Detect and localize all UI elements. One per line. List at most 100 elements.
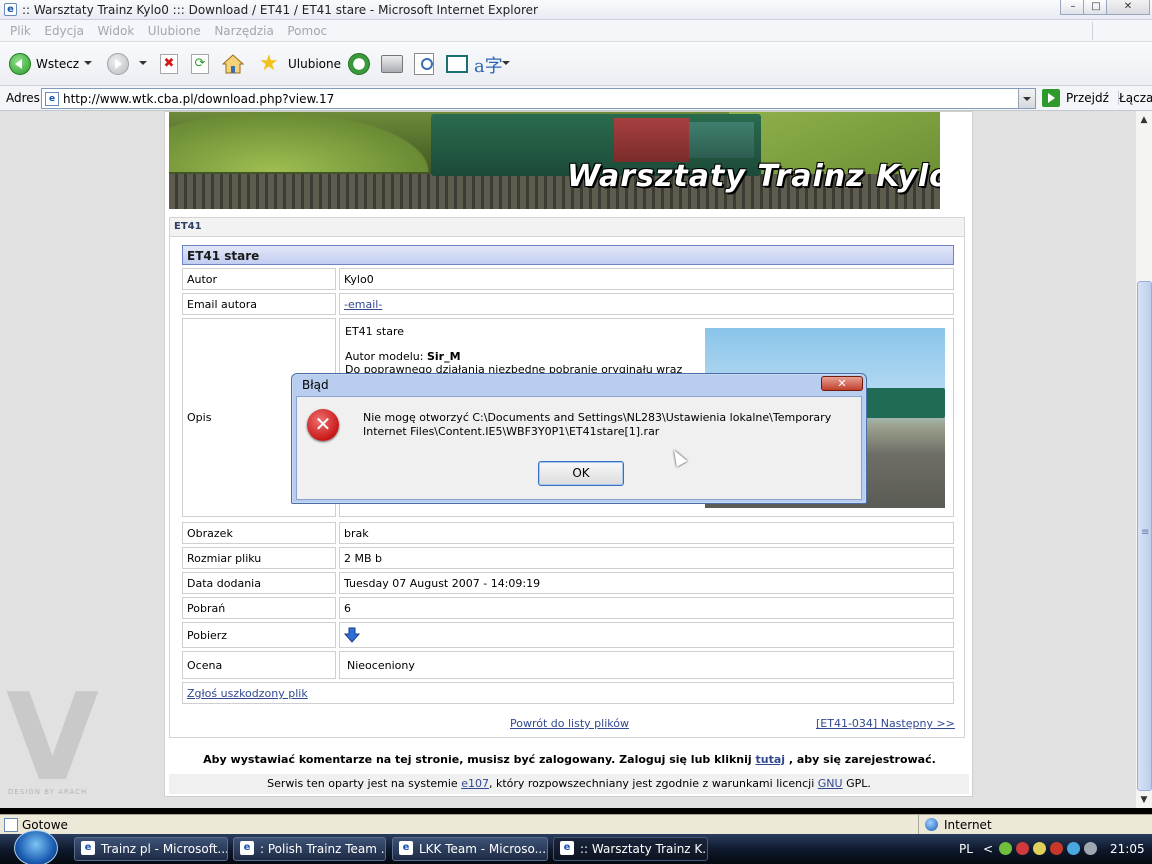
- scroll-up-icon[interactable]: ▲: [1136, 113, 1152, 127]
- row-label: Rozmiar pliku: [182, 547, 336, 569]
- forward-dropdown-icon[interactable]: [139, 61, 147, 65]
- footer-text: Serwis ten oparty jest na systemie: [267, 777, 462, 790]
- back-dropdown-icon[interactable]: [84, 61, 92, 65]
- edit-icon[interactable]: [446, 55, 468, 73]
- model-author-name: Sir_M: [426, 350, 461, 363]
- dialog-body: ✕ Nie mogę otworzyć C:\Documents and Set…: [296, 396, 862, 500]
- row-data: Data dodania Tuesday 07 August 2007 - 14…: [182, 572, 954, 594]
- tray-shield-icon[interactable]: [1016, 842, 1029, 855]
- task-polish-trainz-team[interactable]: : Polish Trainz Team ...: [233, 837, 386, 861]
- translate-dropdown-icon[interactable]: [502, 61, 510, 65]
- scroll-down-icon[interactable]: ▼: [1136, 793, 1152, 807]
- back-to-list-link[interactable]: Powrót do listy plików: [510, 717, 629, 730]
- vertical-scrollbar[interactable]: ▲ ▼: [1135, 111, 1152, 808]
- menu-pomoc[interactable]: Pomoc: [287, 20, 327, 42]
- report-row: Zgłoś uszkodzony plik: [182, 682, 954, 704]
- model-author-line: Autor modelu: Sir_M: [345, 350, 461, 363]
- gnu-link[interactable]: GNU: [818, 777, 843, 790]
- design-credit: DESIGN BY ARACH: [8, 788, 88, 796]
- language-indicator[interactable]: PL: [959, 842, 973, 856]
- row-value: [339, 622, 954, 648]
- menu-edycja[interactable]: Edycja: [44, 20, 84, 42]
- favorites-star-icon[interactable]: ★: [259, 53, 283, 75]
- row-value: -email-: [339, 293, 954, 315]
- row-pobran: Pobrań 6: [182, 597, 954, 619]
- row-value: Tuesday 07 August 2007 - 14:09:19: [339, 572, 954, 594]
- tray-volume-icon[interactable]: [1084, 842, 1097, 855]
- refresh-icon[interactable]: ⟳: [191, 54, 209, 74]
- scroll-thumb[interactable]: [1137, 281, 1152, 791]
- note-text: Aby wystawiać komentarze na tej stronie,…: [203, 753, 756, 766]
- address-dropdown-icon[interactable]: [1018, 89, 1035, 108]
- ie-logo-icon: e: [4, 3, 17, 16]
- history-icon[interactable]: [348, 53, 370, 75]
- address-label: Adres: [6, 91, 40, 105]
- task-trainz-pl[interactable]: Trainz pl - Microsoft...: [74, 837, 228, 861]
- next-file-link[interactable]: [ET41-034] Następny >>: [816, 717, 955, 730]
- note-text: , aby się zarejestrować.: [785, 753, 936, 766]
- menu-narzedzia[interactable]: Narzędzia: [214, 20, 274, 42]
- favorites-button-label[interactable]: Ulubione: [288, 57, 341, 71]
- row-value: 2 MB b: [339, 547, 954, 569]
- taskbar: Trainz pl - Microsoft... : Polish Trainz…: [0, 830, 1152, 864]
- globe-icon: [925, 818, 938, 831]
- banner-wagon-red: [614, 118, 689, 162]
- row-autor: Autor Kylo0: [182, 268, 954, 290]
- menu-widok[interactable]: Widok: [97, 20, 134, 42]
- dialog-title: Błąd: [302, 378, 329, 392]
- task-warsztaty-trainz[interactable]: :: Warsztaty Trainz K...: [553, 837, 708, 861]
- row-label: Obrazek: [182, 522, 336, 544]
- e107-link[interactable]: e107: [461, 777, 489, 790]
- start-button[interactable]: [14, 830, 58, 864]
- register-link[interactable]: tutaj: [756, 753, 786, 766]
- tray-expand-icon[interactable]: <: [983, 842, 993, 856]
- translate-icon[interactable]: a字: [474, 52, 503, 78]
- print-preview-icon[interactable]: [414, 53, 434, 75]
- tray-network-icon[interactable]: [1033, 842, 1046, 855]
- menu-ulubione[interactable]: Ulubione: [148, 20, 201, 42]
- print-icon[interactable]: [381, 55, 403, 73]
- address-url[interactable]: http://www.wtk.cba.pl/download.php?view.…: [63, 92, 334, 106]
- footer: Serwis ten oparty jest na systemie e107,…: [169, 774, 969, 794]
- description-line: ET41 stare: [345, 325, 404, 338]
- item-title: ET41 stare: [182, 245, 954, 265]
- links-label[interactable]: Łącza: [1118, 91, 1152, 105]
- row-label: Ocena: [182, 651, 336, 679]
- clock[interactable]: 21:05: [1110, 842, 1145, 856]
- menu-plik[interactable]: Plik: [10, 20, 31, 42]
- page-icon: e: [45, 92, 59, 106]
- download-arrow-icon[interactable]: [343, 627, 361, 643]
- address-input[interactable]: e http://www.wtk.cba.pl/download.php?vie…: [41, 88, 1036, 109]
- report-broken-link[interactable]: Zgłoś uszkodzony plik: [187, 687, 308, 700]
- home-icon[interactable]: [221, 54, 245, 74]
- row-label: Opis: [187, 411, 212, 424]
- tray-gear-icon[interactable]: [1050, 842, 1063, 855]
- banner-wagon-green: [689, 122, 754, 158]
- close-window-button[interactable]: ✕: [1106, 0, 1150, 15]
- security-zone: Internet: [918, 815, 1152, 835]
- row-value: 6: [339, 597, 954, 619]
- ok-button[interactable]: OK: [538, 461, 624, 486]
- email-link[interactable]: -email-: [344, 298, 382, 311]
- tray-app-icon[interactable]: [999, 842, 1012, 855]
- menu-bar-divider: [1092, 22, 1152, 40]
- back-button-label[interactable]: Wstecz: [36, 57, 79, 71]
- banner-title: Warsztaty Trainz Kylo0: [567, 159, 940, 194]
- row-label: Autor: [182, 268, 336, 290]
- category-title: ET41: [174, 221, 202, 232]
- stop-icon[interactable]: ✖: [160, 54, 178, 74]
- go-arrow-icon[interactable]: [1042, 89, 1060, 107]
- footer-text: GPL.: [842, 777, 871, 790]
- forward-arrow-icon[interactable]: [107, 53, 129, 75]
- go-button-label[interactable]: Przejdź: [1066, 91, 1109, 105]
- row-value: brak: [339, 522, 954, 544]
- row-rozmiar: Rozmiar pliku 2 MB b: [182, 547, 954, 569]
- page-status-icon: [4, 818, 18, 832]
- dialog-close-button[interactable]: ✕: [821, 376, 863, 391]
- tray-messenger-icon[interactable]: [1067, 842, 1080, 855]
- back-arrow-icon[interactable]: [9, 53, 31, 75]
- task-lkk-team[interactable]: LKK Team - Microso...: [392, 837, 548, 861]
- menu-bar: Plik Edycja Widok Ulubione Narzędzia Pom…: [0, 20, 1152, 42]
- row-obrazek: Obrazek brak: [182, 522, 954, 544]
- system-tray: PL < 21:05: [955, 834, 1152, 864]
